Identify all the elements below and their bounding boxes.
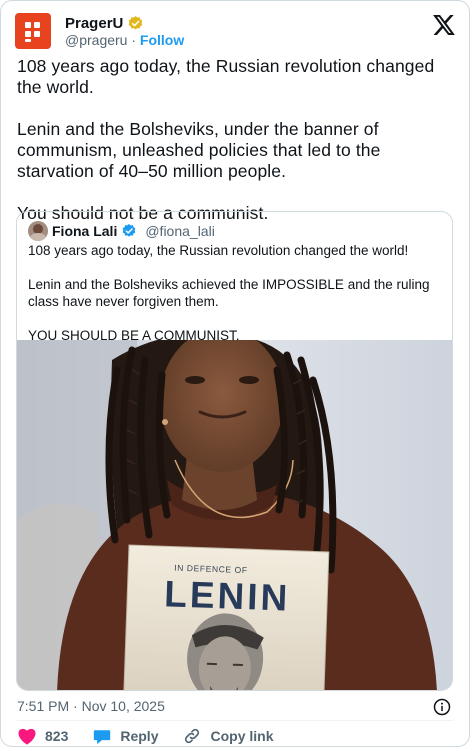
quoted-author-name[interactable]: Fiona Lali xyxy=(52,223,117,239)
link-icon xyxy=(185,728,200,744)
quoted-paragraph: Lenin and the Bolsheviks achieved the IM… xyxy=(28,277,430,309)
author-handle[interactable]: @prageru xyxy=(65,32,127,48)
quoted-photo[interactable]: IN DEFENCE OF LENIN xyxy=(17,340,453,691)
tweet-paragraph: Lenin and the Bolsheviks, under the bann… xyxy=(17,119,381,181)
tweet-header: PragerU @prageru · Follow xyxy=(15,13,455,53)
book-title: LENIN xyxy=(164,573,291,618)
copy-link-button[interactable]: Copy link xyxy=(182,727,274,745)
copy-link-label: Copy link xyxy=(210,728,274,744)
quoted-author-handle[interactable]: @fiona_lali xyxy=(145,223,214,239)
actions-divider xyxy=(17,720,453,721)
tweet-actions: 823 Reply Copy link xyxy=(17,727,298,745)
tweet-embed-card: PragerU @prageru · Follow 108 years ago … xyxy=(0,0,470,747)
reply-label: Reply xyxy=(120,728,159,744)
handle-separator: · xyxy=(131,32,137,48)
follow-button[interactable]: Follow xyxy=(140,32,184,48)
like-count: 823 xyxy=(45,728,69,744)
prageru-logo-icon xyxy=(25,22,40,42)
author-name[interactable]: PragerU xyxy=(65,15,123,32)
quoted-paragraph: 108 years ago today, the Russian revolut… xyxy=(28,243,409,258)
info-icon[interactable] xyxy=(433,698,451,716)
reply-bubble-icon xyxy=(94,730,111,745)
verified-gold-icon xyxy=(129,16,143,30)
like-button[interactable]: 823 xyxy=(17,727,68,745)
prageru-avatar[interactable] xyxy=(15,13,51,49)
quoted-avatar[interactable] xyxy=(28,221,48,241)
quoted-tweet[interactable]: Fiona Lali @fiona_lali 108 years ago tod… xyxy=(16,211,453,691)
x-logo-icon[interactable] xyxy=(433,15,455,35)
tweet-paragraph: 108 years ago today, the Russian revolut… xyxy=(17,56,435,97)
heart-icon xyxy=(18,728,36,745)
reply-button[interactable]: Reply xyxy=(92,727,158,745)
tweet-timestamp[interactable]: 7:51 PM · Nov 10, 2025 xyxy=(17,698,165,714)
verified-blue-icon xyxy=(123,224,136,237)
